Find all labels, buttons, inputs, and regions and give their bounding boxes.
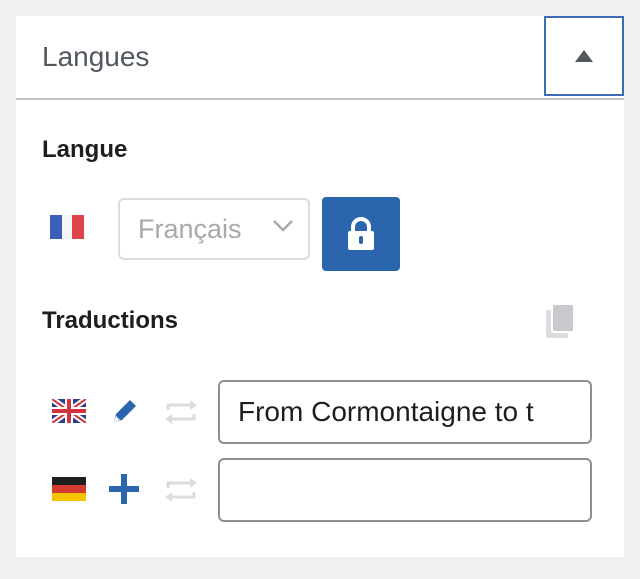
lock-icon [348,217,374,250]
copy-icon[interactable] [544,302,578,340]
chevron-down-icon [273,220,293,232]
panel-header: Langues [16,16,624,100]
collapse-toggle-button[interactable] [544,16,624,96]
panel-title: Langues [42,41,150,72]
lock-language-button[interactable] [322,197,400,271]
translations-label: Traductions [42,307,179,334]
language-select-value: Français [138,213,242,244]
de-flag-icon [52,477,86,501]
languages-panel: Langues Langue Français Traductions [16,16,624,557]
language-select[interactable]: Français [118,198,310,260]
sync-icon [165,478,197,502]
sync-icon [165,400,197,424]
language-label: Langue [42,136,128,163]
fr-flag-icon [50,215,84,239]
translation-input-uk[interactable] [218,380,592,444]
translation-input-de[interactable] [218,458,592,522]
triangle-up-icon [575,50,593,62]
uk-flag-icon [52,399,86,423]
pencil-icon[interactable] [108,396,140,428]
plus-icon[interactable] [109,474,139,504]
